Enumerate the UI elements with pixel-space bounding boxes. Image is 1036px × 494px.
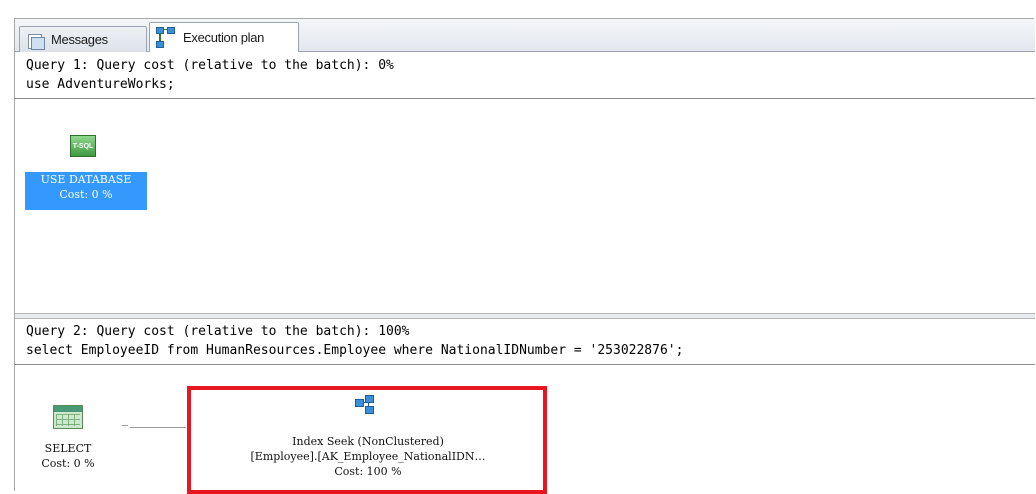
use-database-cost: Cost: 0 % [59,188,113,201]
connector-arrow [122,425,128,426]
index-seek-icon[interactable] [355,395,375,415]
tab-messages[interactable]: Messages [19,26,147,52]
query-2-plan-pane[interactable]: Query 2: Query cost (relative to the bat… [15,319,1035,494]
results-tab-bar: Messages Execution plan [15,19,1035,52]
select-node[interactable]: SELECT Cost: 0 % [33,441,103,471]
tab-messages-label: Messages [51,32,108,47]
results-panel: Messages Execution plan Query 1: Query c… [14,18,1035,494]
query-1-plan-pane[interactable]: Query 1: Query cost (relative to the bat… [15,53,1035,313]
query-1-sql-text: use AdventureWorks; [26,77,175,92]
select-node-title: SELECT [44,442,92,455]
use-database-title: USE DATABASE [40,173,132,186]
select-icon[interactable] [53,405,83,429]
query-2-sql-text: select EmployeeID from HumanResources.Em… [26,343,684,358]
tab-execution-plan[interactable]: Execution plan [149,22,299,52]
index-seek-title: Index Seek (NonClustered) [292,435,444,448]
index-seek-cost: Cost: 100 % [334,465,402,478]
tab-execution-plan-label: Execution plan [183,30,265,45]
query-2-cost-text: Query 2: Query cost (relative to the bat… [26,324,410,339]
connector-line [130,427,186,428]
use-database-node[interactable]: USE DATABASE Cost: 0 % [25,172,147,210]
index-seek-node[interactable]: Index Seek (NonClustered) [Employee].[AK… [195,434,541,479]
index-seek-object: [Employee].[AK_Employee_NationalIDN… [250,450,486,463]
messages-icon [26,32,45,50]
query-2-header: Query 2: Query cost (relative to the bat… [15,319,1035,365]
tsql-icon[interactable]: T-SQL [70,135,96,157]
query-1-cost-text: Query 1: Query cost (relative to the bat… [26,58,394,73]
select-node-cost: Cost: 0 % [41,457,95,470]
query-1-header: Query 1: Query cost (relative to the bat… [15,53,1035,99]
execution-plan-icon [156,26,176,49]
